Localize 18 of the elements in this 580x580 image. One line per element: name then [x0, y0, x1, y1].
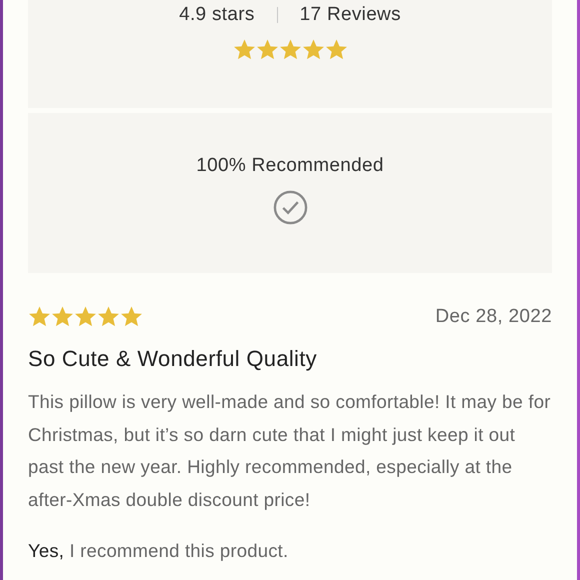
star-icon — [51, 305, 74, 328]
review-text: This pillow is very well-made and so comfortable! It may be for Christmas, but it’s so darn cute that I might just keep it out past the new year. Highly recommended, especially at the after-Xmas double discount price! — [28, 390, 552, 512]
star-icon — [28, 305, 51, 328]
star-icon — [74, 305, 97, 328]
recommended-text: 100% Recommended — [196, 155, 384, 177]
star-icon — [232, 38, 256, 61]
star-icon — [256, 38, 278, 61]
star-icon — [302, 38, 324, 61]
recommendation-text: Yes, I recommend this product. — [28, 540, 290, 562]
review-count: 17 Reviews — [300, 4, 401, 26]
star-icon — [324, 38, 348, 61]
check-circle-icon — [272, 190, 308, 225]
review-title: So Cute & Wonderful Quality — [28, 346, 318, 372]
star-icon — [97, 305, 120, 328]
star-icon — [120, 305, 143, 328]
review-date: Dec 28, 2022 — [435, 306, 552, 328]
rating-text: 4.9 stars — [179, 4, 255, 26]
star-icon — [278, 38, 302, 61]
